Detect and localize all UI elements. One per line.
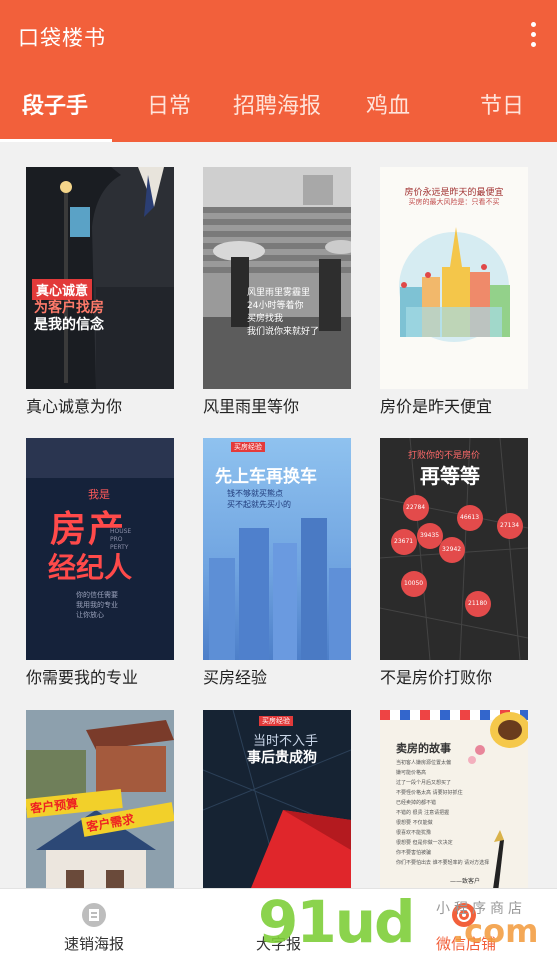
poster-line: 过了一段个月后又想买了 [396,780,452,786]
poster-card[interactable]: 我是 房产 经纪人 HOUSE PRO PERTY 你的信任需要 我用我的专业 … [26,438,186,698]
map-price: 39435 [420,532,440,539]
poster-line: 让你放心 [76,611,104,619]
poster-card[interactable]: 打败你的不是房价 再等等 22784 46613 27134 39435 329… [380,438,540,698]
poster-title: 不是房价打败你 [380,668,493,687]
poster-title: 你需要我的专业 [26,668,139,687]
poster-line: 是我的信念 [34,317,104,333]
tab-zhaopin[interactable]: 招聘海报 [233,88,321,120]
poster-thumbnail[interactable]: 我是 房产 经纪人 HOUSE PRO PERTY 你的信任需要 我用我的专业 … [26,438,174,660]
watermark-domain: .com [452,912,539,950]
poster-tag: 买房经验 [259,716,293,726]
poster-signature: ——致客户 [450,878,481,885]
poster-line: 嫌可能价格高 [396,770,427,776]
tab-duanzishou[interactable]: 段子手 [22,88,88,120]
tab-richang[interactable]: 日常 [147,88,191,120]
poster-line: 你不要害怕被骗 [396,850,432,856]
poster-line: 我用我的专业 [76,601,118,609]
suit-man-illustration [26,167,174,389]
poster-line: PERTY [110,544,129,551]
poster-card[interactable]: 买房经验 当时不入手 事后贵成狗 [203,710,363,888]
map-price: 10050 [404,580,424,587]
map-price: 22784 [406,504,426,511]
poster-headline: 经纪人 [48,551,133,584]
skyline-illustration [399,227,510,342]
tab-jieri[interactable]: 节日 [480,88,524,120]
poster-line: 不要怪价格太高 请要好好抓住 [396,790,463,796]
nav-label: 速销海报 [64,935,125,953]
poster-thumbnail[interactable]: 买房经验 当时不入手 事后贵成狗 [203,710,351,888]
poster-line: 你的信任需要 [76,591,118,599]
poster-grid: 真心诚意 为客户找房 是我的信念 真心诚意为你 风里雨里雾霾里 24小时等着你 … [0,142,557,888]
poster-card[interactable]: 卖房的故事 当初客人嫌房源位置太偏 嫌可能价格高 过了一段个月后又想买了 不要怪… [380,710,540,888]
app-title: 口袋楼书 [18,26,106,50]
poster-icon [82,903,106,927]
poster-thumbnail[interactable]: 房价永远是昨天的最便宜 买房的最大风险是：只看不买 [380,167,528,389]
poster-thumbnail[interactable]: 风里雨里雾霾里 24小时等着你 买房找我 我们说你来就好了 [203,167,351,389]
poster-headline: 事后贵成狗 [247,750,317,766]
more-vert-icon[interactable] [527,20,539,50]
poster-card[interactable]: 客户预算 客户需求 [26,710,186,888]
map-price: 23671 [394,538,414,545]
poster-card[interactable]: 房价永远是昨天的最便宜 买房的最大风险是：只看不买 房价是昨天便宜 [380,167,540,427]
poster-thumbnail[interactable]: 买房经验 先上车再换车 钱不够就买熊点 买不起就先买小的 [203,438,351,660]
poster-line: PRO [110,536,123,543]
poster-line: 很喜欢不能犹豫 [396,830,432,836]
poster-card[interactable]: 风里雨里雾霾里 24小时等着你 买房找我 我们说你来就好了 风里雨里等你 [203,167,363,427]
tab-jixue[interactable]: 鸡血 [366,88,410,120]
city-buildings-illustration [209,518,351,660]
map-price: 21180 [468,600,488,607]
poster-line: 24小时等着你 [247,301,304,311]
poster-line: 很想要 不仅能做 [396,820,433,826]
poster-thumbnail[interactable]: 卖房的故事 当初客人嫌房源位置太偏 嫌可能价格高 过了一段个月后又想买了 不要怪… [380,710,528,888]
poster-headline: 卖房的故事 [396,742,451,755]
poster-line: 风里雨里雾霾里 [247,288,311,298]
tab-bar: 段子手 日常 招聘海报 鸡血 节日 [0,78,557,142]
map-price: 27134 [500,522,520,529]
poster-line: 当初客人嫌房源位置太偏 [396,760,452,766]
poster-title: 真心诚意为你 [26,397,123,416]
poster-thumbnail[interactable]: 真心诚意 为客户找房 是我的信念 [26,167,174,389]
poster-title: 风里雨里等你 [203,397,300,416]
poster-line: HOUSE [110,528,132,535]
poster-card[interactable]: 真心诚意 为客户找房 是我的信念 真心诚意为你 [26,167,186,427]
poster-title: 房价是昨天便宜 [380,397,493,416]
watermark-logo: 91ud [258,888,416,956]
poster-line: 买房找我 [247,314,284,324]
poster-line: 你们不要怕出去 谁不要轻率的 请对方选择 [396,860,490,866]
nav-sales-poster[interactable]: 速销海报 [0,889,180,960]
poster-line: 很想要 但是你做一次决定 [396,840,453,846]
map-price: 46613 [460,514,480,521]
poster-thumbnail[interactable]: 客户预算 客户需求 [26,710,174,888]
app-bar: 口袋楼书 段子手 日常 招聘海报 鸡血 节日 [0,0,557,142]
map-price: 32942 [442,546,462,553]
poster-line: 不错的 很贵 注意请把握 [396,810,450,816]
poster-line: 已经卖掉的都不错 [396,800,437,806]
poster-thumbnail[interactable]: 打败你的不是房价 再等等 22784 46613 27134 39435 329… [380,438,528,660]
poster-title: 买房经验 [203,668,268,687]
rainy-stairs-illustration [203,167,351,389]
poster-line: 我们说你来就好了 [247,327,320,337]
poster-headline: 再等等 [420,464,480,488]
poster-card[interactable]: 买房经验 先上车再换车 钱不够就买熊点 买不起就先买小的 买房经验 [203,438,363,698]
